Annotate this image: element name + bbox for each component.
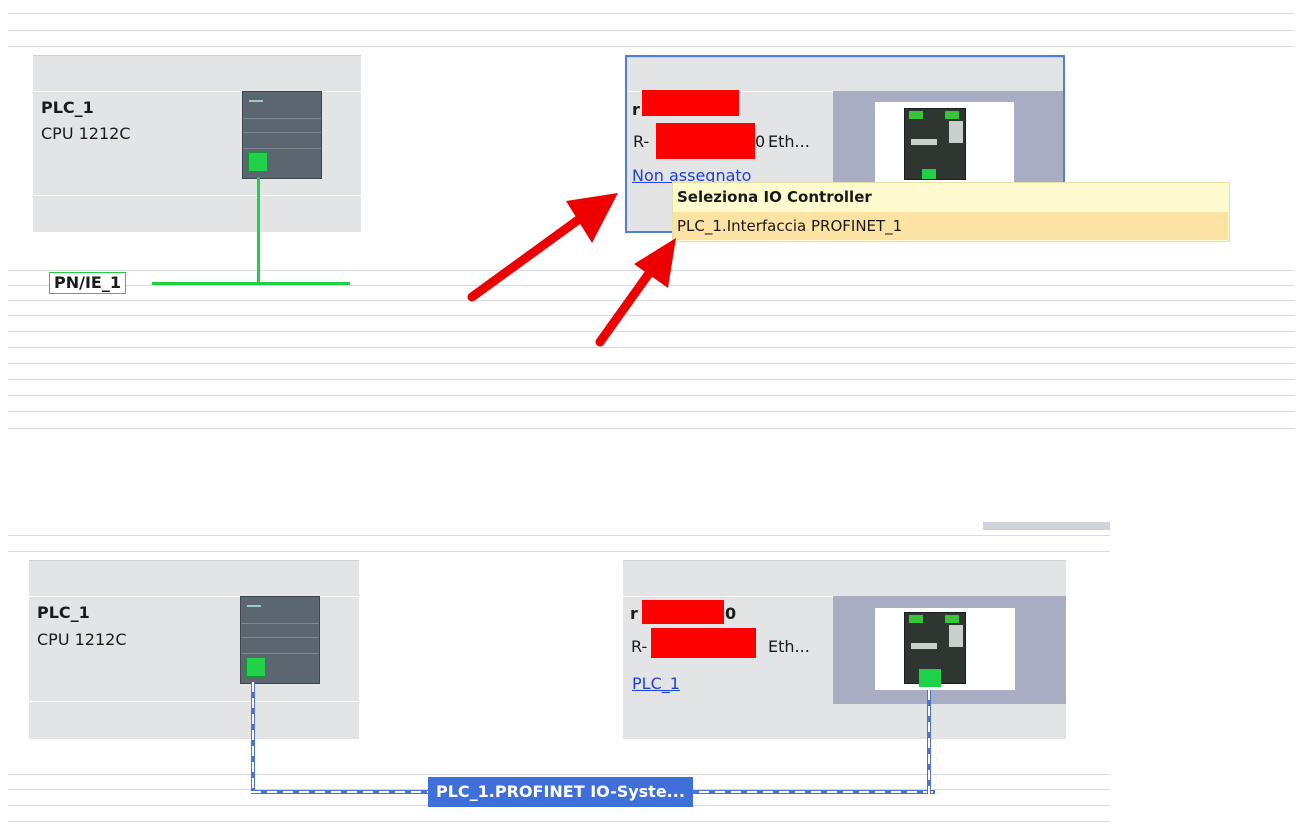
scrollbar-fragment[interactable] <box>983 522 1110 530</box>
plc-cpu-icon <box>242 91 322 179</box>
grid-line <box>8 428 1294 429</box>
grid-line <box>8 46 1294 47</box>
grid-line <box>8 379 1294 380</box>
plc-type: CPU 1212C <box>41 124 131 143</box>
device-name-prefix: r <box>632 100 640 119</box>
io-device-module-icon <box>904 612 966 687</box>
grid-line <box>8 551 1110 552</box>
grid-line <box>8 30 1294 31</box>
profinet-port-icon[interactable] <box>246 657 266 677</box>
device-model-mid: 0 <box>755 132 766 151</box>
redaction-box <box>651 628 756 658</box>
redaction-box <box>642 600 724 624</box>
grid-line <box>8 13 1294 14</box>
grid-line <box>8 395 1294 396</box>
device-divider <box>29 701 359 702</box>
profinet-port-icon[interactable] <box>919 669 941 687</box>
plc-name: PLC_1 <box>41 98 94 117</box>
grid-line <box>8 774 1110 775</box>
redaction-box <box>642 90 739 116</box>
grid-line <box>8 411 1294 412</box>
device-model-suffix: Eth... <box>768 637 810 656</box>
network-view-canvas: PLC_1 CPU 1212C PN/IE_1 r R- 0 Eth... No… <box>0 0 1301 834</box>
device-name-suffix: 0 <box>725 604 737 623</box>
io-system-line[interactable] <box>251 682 255 794</box>
device-model-prefix: R- <box>633 132 650 151</box>
grid-line <box>8 535 1110 536</box>
profinet-port-icon[interactable] <box>248 152 268 172</box>
io-system-line[interactable] <box>927 690 931 794</box>
grid-line <box>8 363 1294 364</box>
plc-type: CPU 1212C <box>37 630 127 649</box>
device-divider <box>33 195 361 196</box>
io-controller-link[interactable]: PLC_1 <box>632 674 680 693</box>
grid-line <box>8 821 1110 822</box>
plc-cpu-icon <box>240 596 320 684</box>
plc-name: PLC_1 <box>37 603 90 622</box>
dropdown-title: Seleziona IO Controller <box>677 188 872 206</box>
dropdown-option[interactable]: PLC_1.Interfaccia PROFINET_1 <box>673 212 1228 240</box>
device-model-prefix: R- <box>631 637 648 656</box>
device-name-prefix: r <box>630 604 638 623</box>
network-drop-line <box>257 177 260 283</box>
network-bus-line[interactable] <box>152 282 350 285</box>
network-label[interactable]: PN/IE_1 <box>49 272 126 294</box>
redaction-box <box>656 123 755 159</box>
red-annotation-arrow-icon <box>595 238 676 347</box>
io-system-label[interactable]: PLC_1.PROFINET IO-Syste... <box>428 777 693 807</box>
device-model-suffix: Eth... <box>768 132 810 151</box>
